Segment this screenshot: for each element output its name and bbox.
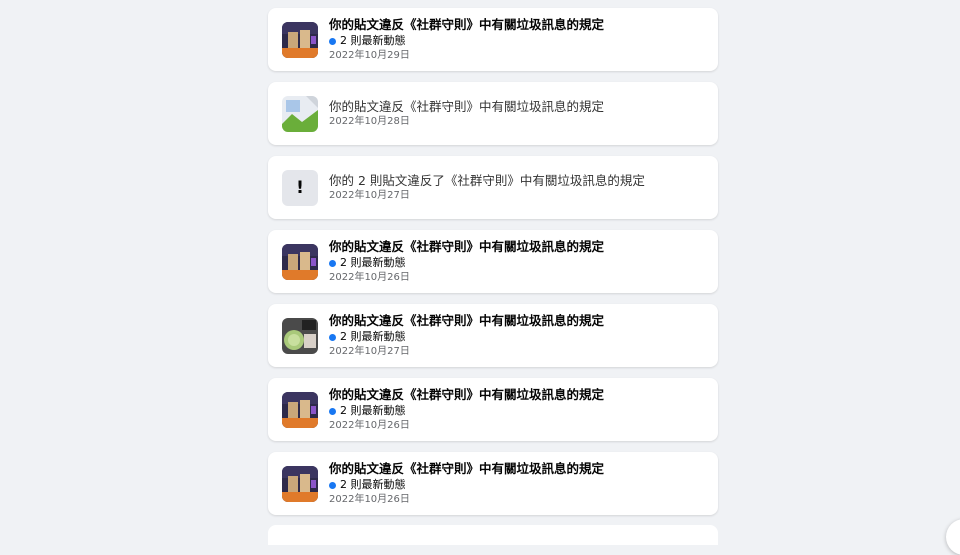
unread-dot-icon [329, 38, 336, 45]
notification-title: 你的 2 則貼文違反了《社群守則》中有關垃圾訊息的規定 [329, 172, 645, 189]
update-count-label: 2 則最新動態 [340, 255, 406, 271]
update-count: 2 則最新動態 [329, 329, 604, 345]
notification-card-partial[interactable] [268, 525, 718, 545]
notification-card[interactable]: ! 你的 2 則貼文違反了《社群守則》中有關垃圾訊息的規定 2022年10月27… [268, 156, 718, 219]
unread-dot-icon [329, 260, 336, 267]
update-count-label: 2 則最新動態 [340, 403, 406, 419]
exclamation-icon: ! [282, 170, 318, 206]
notification-card[interactable]: 你的貼文違反《社群守則》中有關垃圾訊息的規定 2 則最新動態 2022年10月2… [268, 452, 718, 515]
update-count: 2 則最新動態 [329, 33, 604, 49]
post-thumbnail [282, 22, 318, 58]
notification-date: 2022年10月26日 [329, 493, 604, 507]
update-count: 2 則最新動態 [329, 403, 604, 419]
exclamation-glyph: ! [296, 178, 304, 198]
update-count: 2 則最新動態 [329, 477, 604, 493]
notification-card[interactable]: 你的貼文違反《社群守則》中有關垃圾訊息的規定 2022年10月28日 [268, 82, 718, 145]
image-placeholder-icon [282, 96, 318, 132]
post-thumbnail [282, 318, 318, 354]
post-thumbnail [282, 392, 318, 428]
update-count: 2 則最新動態 [329, 255, 604, 271]
unread-dot-icon [329, 408, 336, 415]
notification-date: 2022年10月26日 [329, 271, 604, 285]
notification-title: 你的貼文違反《社群守則》中有關垃圾訊息的規定 [329, 98, 604, 115]
notification-date: 2022年10月27日 [329, 345, 604, 359]
notification-title: 你的貼文違反《社群守則》中有關垃圾訊息的規定 [329, 238, 604, 255]
notification-date: 2022年10月26日 [329, 419, 604, 433]
notification-title: 你的貼文違反《社群守則》中有關垃圾訊息的規定 [329, 16, 604, 33]
update-count-label: 2 則最新動態 [340, 477, 406, 493]
notification-card[interactable]: 你的貼文違反《社群守則》中有關垃圾訊息的規定 2 則最新動態 2022年10月2… [268, 304, 718, 367]
post-thumbnail [282, 466, 318, 502]
update-count-label: 2 則最新動態 [340, 329, 406, 345]
unread-dot-icon [329, 482, 336, 489]
notification-title: 你的貼文違反《社群守則》中有關垃圾訊息的規定 [329, 460, 604, 477]
notification-card[interactable]: 你的貼文違反《社群守則》中有關垃圾訊息的規定 2 則最新動態 2022年10月2… [268, 378, 718, 441]
notification-card[interactable]: 你的貼文違反《社群守則》中有關垃圾訊息的規定 2 則最新動態 2022年10月2… [268, 8, 718, 71]
notification-card[interactable]: 你的貼文違反《社群守則》中有關垃圾訊息的規定 2 則最新動態 2022年10月2… [268, 230, 718, 293]
notification-title: 你的貼文違反《社群守則》中有關垃圾訊息的規定 [329, 386, 604, 403]
unread-dot-icon [329, 334, 336, 341]
notification-date: 2022年10月28日 [329, 115, 604, 129]
notification-list: 你的貼文違反《社群守則》中有關垃圾訊息的規定 2 則最新動態 2022年10月2… [268, 8, 718, 526]
notification-date: 2022年10月29日 [329, 49, 604, 63]
floating-action-button[interactable] [946, 519, 960, 555]
post-thumbnail [282, 244, 318, 280]
notification-title: 你的貼文違反《社群守則》中有關垃圾訊息的規定 [329, 312, 604, 329]
update-count-label: 2 則最新動態 [340, 33, 406, 49]
notification-date: 2022年10月27日 [329, 189, 645, 203]
